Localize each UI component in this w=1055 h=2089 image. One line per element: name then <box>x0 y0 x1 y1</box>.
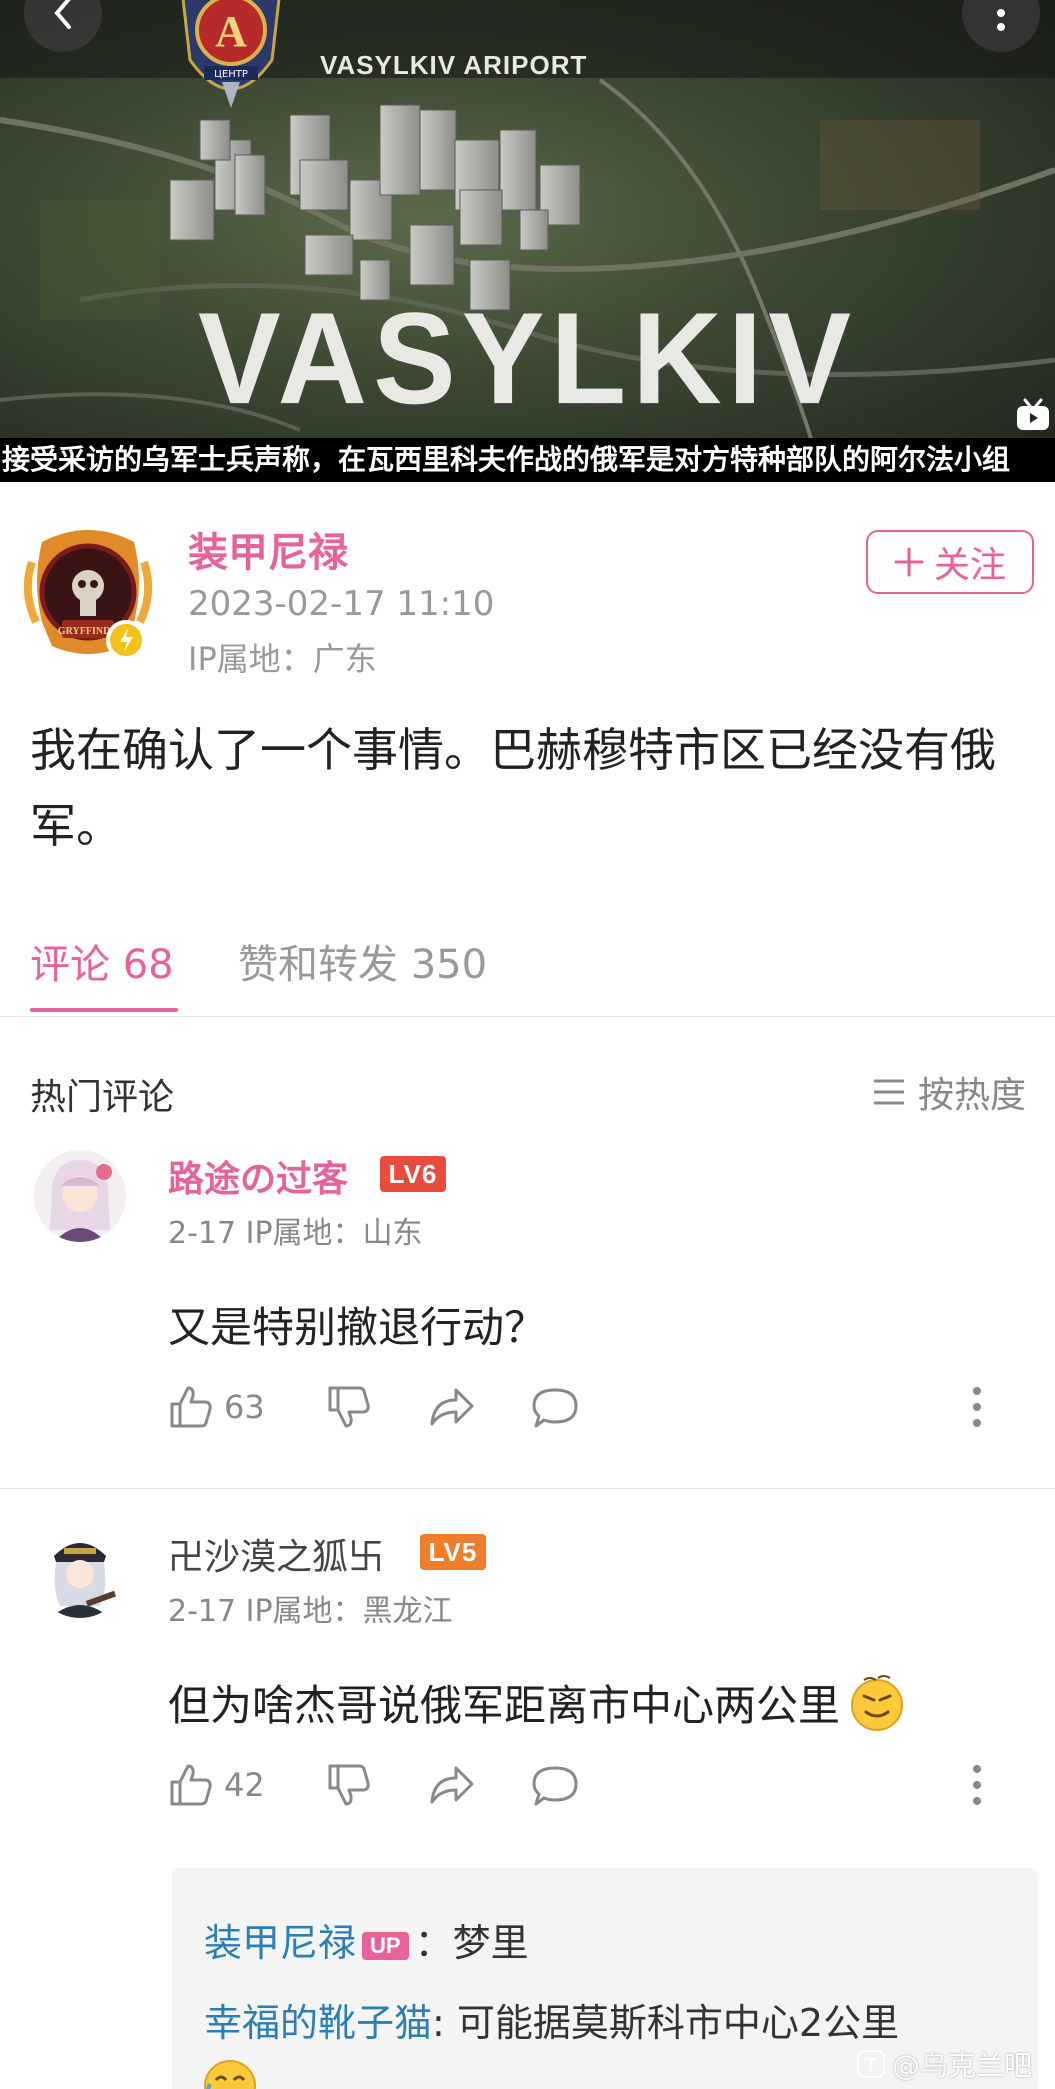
author-avatar[interactable]: GRYFFINDO <box>22 522 154 666</box>
level-badge: LV5 <box>420 1534 486 1570</box>
like-button[interactable]: 63 <box>168 1384 265 1430</box>
reply-item[interactable]: 装甲尼禄 UP ：梦里 <box>204 1912 529 1967</box>
video-player[interactable]: A ЦЕНТР VASYLKIV ARIPORT VASYLKIV 接受采访的乌… <box>0 0 1055 482</box>
active-tab-indicator <box>30 1008 178 1012</box>
reply-author[interactable]: 幸福的靴子猫 <box>204 2001 432 2045</box>
commenter-name[interactable]: 卍沙漠之狐卐 <box>168 1528 384 1580</box>
up-badge: UP <box>362 1931 409 1960</box>
sort-label: 按热度 <box>918 1075 1027 1116</box>
thumbs-up-icon <box>170 1386 212 1428</box>
tabs-divider <box>0 1016 1055 1017</box>
follow-label: 关注 <box>933 545 1006 586</box>
video-location-label: VASYLKIV ARIPORT <box>320 50 588 80</box>
chevron-left-icon <box>54 0 71 29</box>
sort-lines-icon <box>874 1079 904 1105</box>
reply-text: : 可能据莫斯科市中心2公里 <box>432 2001 900 2045</box>
dislike-button[interactable] <box>326 1762 372 1808</box>
share-button[interactable] <box>428 1384 476 1430</box>
share-arrow-icon <box>430 1388 474 1426</box>
comment-meta: 2-17 IP属地：山东 <box>168 1216 423 1251</box>
like-button[interactable]: 42 <box>168 1762 265 1808</box>
share-button[interactable] <box>428 1762 476 1808</box>
kebab-menu-icon <box>997 9 1005 31</box>
commenter-name[interactable]: 路途の过客 <box>168 1150 348 1202</box>
alpha-emblem-icon: A ЦЕНТР <box>181 0 281 108</box>
reply-item[interactable]: 幸福的靴子猫: 可能据莫斯科市中心2公里 <box>204 1992 899 2047</box>
watermark-text: @乌克兰吧 <box>892 2049 1033 2082</box>
follow-button[interactable]: 关注 <box>866 530 1034 594</box>
post-body: 我在确认了一个事情。巴赫穆特市区已经没有俄军。 <box>30 723 996 853</box>
commenter-avatar[interactable] <box>34 1150 126 1242</box>
kebab-menu-icon <box>973 1387 981 1427</box>
sort-by-heat-button[interactable]: 按热度 <box>872 1066 1026 1118</box>
speech-bubble-icon <box>532 1766 578 1806</box>
video-subtitle: 接受采访的乌军士兵声称，在瓦西里科夫作战的俄军是对方特种部队的阿尔法小组 <box>0 438 1055 482</box>
kebab-menu-icon <box>973 1765 981 1805</box>
like-count: 63 <box>224 1388 265 1426</box>
tab-likes-reposts[interactable]: 赞和转发 350 <box>238 932 487 990</box>
dislike-button[interactable] <box>326 1384 372 1430</box>
bilibili-tv-icon <box>1017 398 1049 430</box>
share-arrow-icon <box>430 1766 474 1804</box>
comment-meta: 2-17 IP属地：黑龙江 <box>168 1594 453 1629</box>
post-ip-location: IP属地：广东 <box>188 640 377 678</box>
reply-button[interactable] <box>530 1762 580 1808</box>
thumbs-down-icon <box>328 1386 370 1428</box>
thumbs-down-icon <box>328 1764 370 1806</box>
tab-comments[interactable]: 评论 68 <box>30 932 174 990</box>
svg-text:A: A <box>215 7 247 56</box>
smirk-emoji-icon <box>851 1674 904 1731</box>
watermark: @乌克兰吧 <box>856 2044 1032 2084</box>
tieba-logo-icon <box>857 2050 885 2078</box>
comment-more-button[interactable] <box>972 1386 982 1428</box>
reply-button[interactable] <box>530 1384 580 1430</box>
speech-bubble-icon <box>532 1388 578 1428</box>
thumbs-up-icon <box>170 1764 212 1806</box>
reply-author[interactable]: 装甲尼禄 <box>204 1921 356 1965</box>
laugh-cry-emoji-icon <box>204 2060 256 2089</box>
anime-avatar-icon <box>34 1526 126 1618</box>
comment-text: 又是特别撤退行动？ <box>168 1303 547 1352</box>
like-count: 42 <box>224 1766 265 1804</box>
hot-comments-title: 热门评论 <box>30 1077 175 1118</box>
author-name[interactable]: 装甲尼禄 <box>188 520 348 578</box>
post-timestamp: 2023-02-17 11:10 <box>188 584 495 624</box>
reply-text: ：梦里 <box>414 1921 529 1965</box>
plus-icon <box>894 547 924 577</box>
commenter-avatar[interactable] <box>34 1526 126 1618</box>
comment-text-content: 但为啥杰哥说俄军距离市中心两公里 <box>168 1681 841 1730</box>
level-badge: LV6 <box>380 1156 446 1192</box>
comment-divider <box>0 1488 1055 1489</box>
comment-more-button[interactable] <box>972 1764 982 1806</box>
video-city-label: VASYLKIV <box>198 286 857 432</box>
svg-text:ЦЕНТР: ЦЕНТР <box>214 69 248 80</box>
anime-avatar-icon <box>34 1150 126 1242</box>
comment-text: 但为啥杰哥说俄军距离市中心两公里 <box>168 1672 906 1733</box>
